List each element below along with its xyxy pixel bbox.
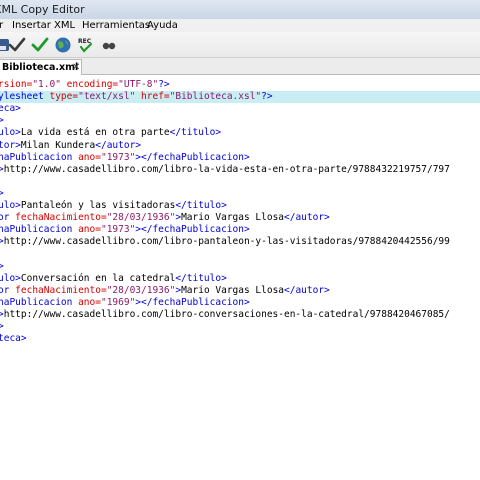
xml-editor[interactable]: rsion="1.0" encoding="UTF-8"?> ylesheet t… xyxy=(0,76,480,480)
menu-herramientas[interactable]: Herramientas xyxy=(82,19,150,32)
check-well-formed-icon[interactable] xyxy=(8,36,26,54)
menu-insertar[interactable]: Insertar xyxy=(12,19,51,32)
code-token: Pantaleón y las visitadoras xyxy=(20,200,176,211)
code-token: http://www.casadellibro.com/libro-conver… xyxy=(3,308,450,320)
code-token: eca> xyxy=(0,103,21,115)
code-token: "Biblioteca.xsl" xyxy=(169,91,262,103)
code-token: ano= xyxy=(78,151,101,163)
browser-globe-icon[interactable] xyxy=(54,36,72,54)
code-token: "1973" xyxy=(100,151,136,163)
code-line[interactable]: > xyxy=(0,188,4,200)
code-token: </autor> xyxy=(95,139,142,151)
code-token: > xyxy=(0,321,4,332)
validate-icon[interactable] xyxy=(31,36,49,54)
code-token: ano= xyxy=(78,296,101,308)
code-token: ></fechaPublicacion> xyxy=(135,151,250,163)
code-token: ></fechaPublicacion> xyxy=(135,296,250,308)
code-token: ></fechaPublicacion> xyxy=(135,224,250,236)
tab-strip: Biblioteca.xml ✕ xyxy=(0,58,480,75)
code-line[interactable]: >http://www.casadellibro.com/libro-panta… xyxy=(0,236,450,248)
code-token: "28/03/1936" xyxy=(106,212,176,224)
code-token: fechaNacimiento= xyxy=(15,212,107,224)
code-line[interactable]: ulo>Conversación en la catedral</titulo> xyxy=(0,273,227,285)
code-token: fechaNacimiento= xyxy=(15,284,107,296)
code-token: "28/03/1936" xyxy=(106,284,176,296)
code-line[interactable]: haPublicacion ano="1969"></fechaPublicac… xyxy=(0,297,250,309)
code-token: href= xyxy=(141,91,170,103)
code-line[interactable]: > xyxy=(0,115,4,127)
code-token: haPublicacion xyxy=(0,224,79,236)
tab-biblioteca-xml[interactable]: Biblioteca.xml ✕ xyxy=(0,59,82,75)
code-token: </autor> xyxy=(284,212,330,224)
code-line[interactable]: or fechaNacimiento="28/03/1936">Mario Va… xyxy=(0,285,330,297)
code-line[interactable]: ulo>Pantaleón y las visitadoras</titulo> xyxy=(0,200,227,212)
code-token: > xyxy=(0,260,4,272)
window-titlebar[interactable]: XML Copy Editor xyxy=(0,0,480,19)
code-token: > xyxy=(0,187,4,199)
code-token: "1969" xyxy=(100,296,136,308)
code-line[interactable]: haPublicacion ano="1973"></fechaPublicac… xyxy=(0,224,250,236)
code-line[interactable]: ulo>La vida está en otra parte</titulo> xyxy=(0,127,221,139)
code-token: ulo> xyxy=(0,272,21,284)
code-line[interactable]: teca> xyxy=(0,333,27,345)
code-line[interactable]: eca> xyxy=(0,103,21,115)
code-token: > xyxy=(0,115,4,127)
record-macro-icon[interactable]: REC xyxy=(77,36,95,54)
code-line[interactable]: tor>Milan Kundera</autor> xyxy=(0,140,141,152)
code-token: ?> xyxy=(158,79,170,90)
code-token: Mario Vargas Llosa xyxy=(181,212,285,224)
code-token: </titulo> xyxy=(175,200,227,211)
menu-bar: r Insertar XML Herramientas Ayuda xyxy=(0,19,480,32)
code-token: "1.0" xyxy=(32,79,61,90)
code-line[interactable]: rsion="1.0" encoding="UTF-8"?> xyxy=(0,79,170,91)
menu-xml[interactable]: XML xyxy=(54,19,75,32)
code-token: type= xyxy=(49,91,79,103)
code-token: haPublicacion xyxy=(0,296,79,308)
code-line[interactable]: haPublicacion ano="1973"></fechaPublicac… xyxy=(0,152,250,164)
code-token: </titulo> xyxy=(169,127,222,139)
code-token: haPublicacion xyxy=(0,151,79,163)
code-token: ylesheet xyxy=(0,91,50,103)
code-token: </titulo> xyxy=(175,272,227,284)
code-token: "text/xsl" xyxy=(78,91,136,103)
code-token: La vida está en otra parte xyxy=(20,127,170,139)
code-token: "1973" xyxy=(100,224,136,236)
code-token: </autor> xyxy=(284,284,330,296)
code-token: tor> xyxy=(0,139,21,151)
code-token: or xyxy=(0,284,10,296)
menu-edit[interactable]: r xyxy=(0,19,3,32)
tab-close-icon[interactable]: ✕ xyxy=(72,60,80,75)
tab-label: Biblioteca.xml xyxy=(2,62,79,73)
code-token: teca> xyxy=(0,333,27,345)
code-token: rsion= xyxy=(0,79,33,90)
code-token: ?> xyxy=(261,91,273,103)
code-token: ulo> xyxy=(0,200,21,211)
toolbar: REC xyxy=(0,32,480,58)
code-line[interactable]: >http://www.casadellibro.com/libro-la-vi… xyxy=(0,164,450,176)
play-macro-icon[interactable] xyxy=(100,36,118,54)
code-token: or xyxy=(0,212,10,224)
code-token: http://www.casadellibro.com/libro-pantal… xyxy=(3,236,450,248)
code-token: Mario Vargas Llosa xyxy=(181,284,285,296)
code-line[interactable]: or fechaNacimiento="28/03/1936">Mario Va… xyxy=(0,212,330,224)
code-line[interactable]: ylesheet type="text/xsl" href="Bibliotec… xyxy=(0,91,480,104)
code-line[interactable]: > xyxy=(0,261,4,273)
code-token: ano= xyxy=(78,224,101,236)
code-token: Milan Kundera xyxy=(20,139,96,151)
window-title: XML Copy Editor xyxy=(0,3,85,16)
code-token: Conversación en la catedral xyxy=(20,272,176,284)
menu-ayuda[interactable]: Ayuda xyxy=(147,19,178,32)
code-token: http://www.casadellibro.com/libro-la-vid… xyxy=(3,163,450,175)
code-token: "UTF-8" xyxy=(118,79,159,90)
code-line[interactable]: > xyxy=(0,321,4,333)
code-token: ulo> xyxy=(0,127,21,139)
code-line[interactable]: >http://www.casadellibro.com/libro-conve… xyxy=(0,309,450,321)
code-token: encoding= xyxy=(66,79,119,90)
